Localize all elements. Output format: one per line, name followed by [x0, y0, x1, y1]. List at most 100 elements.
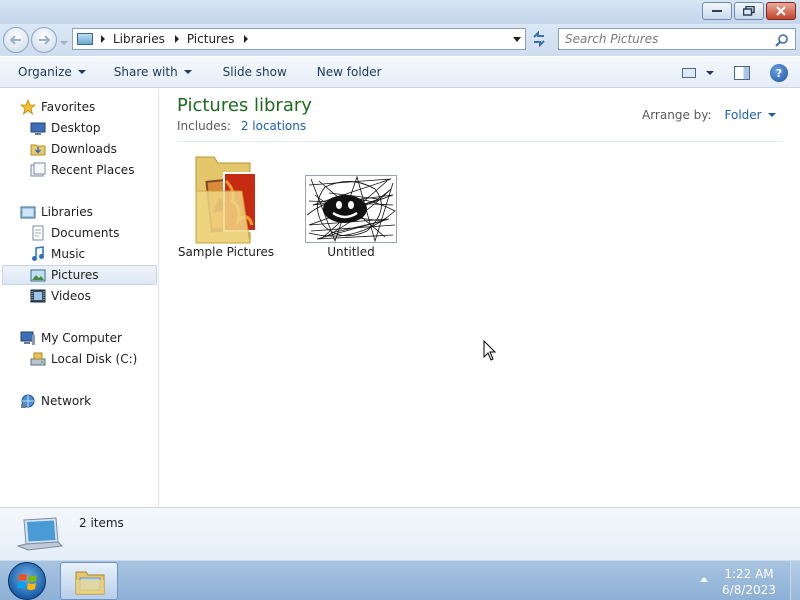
nav-videos-label: Videos: [51, 289, 91, 303]
refresh-button[interactable]: [528, 28, 550, 50]
breadcrumb-libraries[interactable]: Libraries: [113, 32, 165, 46]
nav-videos[interactable]: Videos: [30, 286, 91, 306]
arrange-by-dropdown[interactable]: Folder: [725, 108, 762, 122]
title-bar: [0, 0, 800, 24]
share-with-label: Share with: [113, 65, 178, 79]
nav-my-computer-label: My Computer: [41, 331, 122, 345]
hard-drive-icon: [30, 351, 46, 367]
clock-date: 6/8/2023: [722, 583, 776, 597]
breadcrumb-pictures[interactable]: Pictures: [187, 32, 235, 46]
start-button[interactable]: [8, 562, 46, 600]
share-with-button[interactable]: Share with: [86, 57, 192, 87]
show-hidden-icons-button[interactable]: [700, 577, 708, 582]
chevron-down-icon: [77, 70, 86, 74]
network-icon: [20, 393, 36, 409]
folder-icon: [195, 156, 257, 244]
arrange-by-label: Arrange by:: [642, 108, 712, 122]
help-icon[interactable]: ?: [770, 64, 788, 82]
chevron-down-icon: [60, 41, 68, 45]
maximize-button[interactable]: [734, 2, 764, 20]
explorer-folder-icon: [75, 571, 105, 595]
breadcrumb-arrow-icon[interactable]: [101, 35, 105, 43]
nav-downloads-label: Downloads: [51, 142, 117, 156]
library-includes: Includes: 2 locations: [177, 119, 306, 133]
nav-music-label: Music: [51, 247, 86, 261]
address-history-dropdown[interactable]: [513, 37, 521, 42]
details-pane: 2 items: [0, 507, 800, 560]
music-icon: [30, 246, 46, 262]
back-arrow-icon: [10, 35, 21, 45]
header-divider: [177, 141, 782, 142]
nav-libraries-label: Libraries: [41, 205, 93, 219]
restore-icon: [743, 6, 755, 16]
nav-buttons: [3, 27, 57, 53]
navigation-pane: Favorites Desktop Downloads Recent Place…: [0, 89, 159, 507]
address-bar[interactable]: Libraries Pictures: [72, 28, 526, 50]
library-icon: [77, 33, 93, 45]
breadcrumb-arrow-icon[interactable]: [244, 35, 249, 43]
chevron-down-icon[interactable]: [767, 113, 776, 117]
nav-pictures[interactable]: Pictures: [2, 265, 157, 285]
close-icon: [776, 6, 786, 16]
new-folder-button[interactable]: New folder: [287, 57, 382, 87]
pictures-icon: [30, 267, 46, 283]
nav-recent-places[interactable]: Recent Places: [30, 160, 134, 180]
recent-pages-dropdown[interactable]: [60, 36, 68, 45]
computer-icon: [20, 330, 36, 346]
minimize-button[interactable]: [702, 2, 732, 20]
organize-label: Organize: [18, 65, 72, 79]
forward-arrow-icon: [39, 35, 50, 45]
new-folder-label: New folder: [316, 65, 382, 79]
minimize-icon: [712, 10, 722, 12]
nav-favorites[interactable]: Favorites: [20, 97, 95, 117]
laptop-icon: [16, 517, 64, 551]
address-row: Libraries Pictures: [0, 24, 800, 56]
taskbar-explorer-button[interactable]: [60, 562, 118, 600]
search-input[interactable]: [565, 32, 765, 46]
refresh-icon: [533, 31, 545, 47]
nav-desktop[interactable]: Desktop: [30, 118, 101, 138]
file-item-untitled[interactable]: Untitled: [301, 147, 401, 267]
nav-network[interactable]: Network: [20, 391, 91, 411]
slide-show-label: Slide show: [222, 65, 287, 79]
view-controls: ?: [682, 64, 788, 82]
nav-music[interactable]: Music: [30, 244, 85, 264]
close-button[interactable]: [766, 2, 796, 20]
includes-label: Includes:: [177, 119, 231, 133]
file-item-label: Sample Pictures: [177, 245, 275, 259]
item-count: 2 items: [79, 516, 124, 530]
image-thumbnail-icon: [305, 175, 397, 243]
nav-downloads[interactable]: Downloads: [30, 139, 117, 159]
file-item-sample-pictures[interactable]: Sample Pictures: [176, 147, 276, 267]
downloads-folder-icon: [30, 141, 46, 157]
nav-my-computer[interactable]: My Computer: [20, 328, 122, 348]
view-options-dropdown[interactable]: [706, 71, 714, 75]
preview-pane-icon[interactable]: [734, 66, 750, 80]
nav-network-label: Network: [41, 394, 92, 408]
documents-icon: [30, 225, 46, 241]
back-button[interactable]: [3, 27, 29, 53]
nav-documents[interactable]: Documents: [30, 223, 119, 243]
nav-local-disk-label: Local Disk (C:): [51, 352, 138, 366]
search-box[interactable]: [558, 28, 796, 50]
slide-show-button[interactable]: Slide show: [192, 57, 287, 87]
nav-documents-label: Documents: [51, 226, 120, 240]
nav-pictures-label: Pictures: [51, 268, 99, 282]
nav-desktop-label: Desktop: [51, 121, 101, 135]
change-view-icon[interactable]: [682, 68, 696, 78]
arrange-by: Arrange by: Folder: [642, 108, 776, 122]
nav-local-disk[interactable]: Local Disk (C:): [30, 349, 137, 369]
taskbar: 1:22 AM 6/8/2023: [0, 560, 800, 600]
taskbar-clock[interactable]: 1:22 AM 6/8/2023: [716, 566, 782, 598]
show-desktop-button[interactable]: [790, 561, 800, 600]
search-icon[interactable]: [775, 33, 789, 47]
nav-favorites-label: Favorites: [41, 100, 96, 114]
includes-locations-link[interactable]: 2 locations: [241, 119, 306, 133]
forward-button[interactable]: [31, 27, 57, 53]
clock-time: 1:22 AM: [724, 567, 774, 581]
nav-libraries[interactable]: Libraries: [20, 202, 93, 222]
videos-icon: [30, 288, 46, 304]
breadcrumb-arrow-icon[interactable]: [174, 35, 179, 43]
organize-button[interactable]: Organize: [0, 57, 86, 87]
star-icon: [20, 99, 36, 115]
